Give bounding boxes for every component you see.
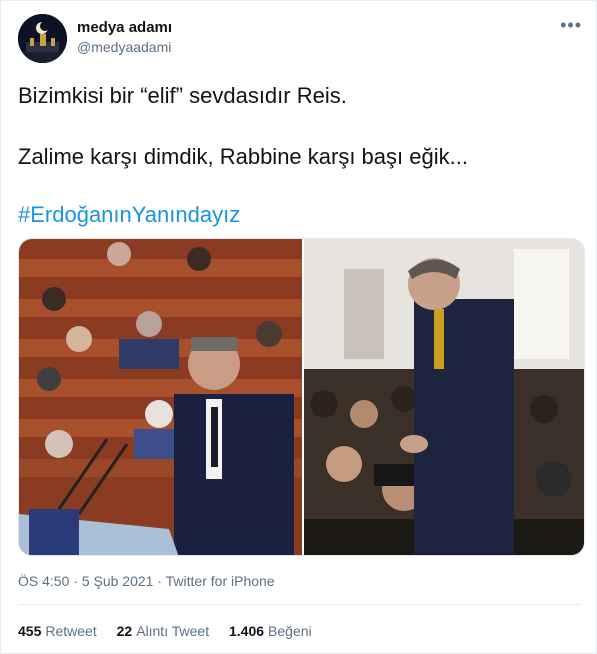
media-grid[interactable] [18, 238, 585, 556]
tweet-source[interactable]: Twitter for iPhone [166, 573, 275, 589]
likes-stat[interactable]: 1.406 Beğeni [229, 623, 312, 639]
tweet-date[interactable]: 5 Şub 2021 [82, 573, 154, 589]
user-name[interactable]: medya adamı [77, 19, 172, 36]
photo-speech[interactable] [19, 239, 302, 556]
likes-count: 1.406 [228, 623, 265, 639]
separator: · [153, 573, 166, 589]
tweet-text-line-1: Bizimkisi bir “elif” sevdasıdır Reis. [18, 83, 347, 108]
photo-prayer[interactable] [304, 239, 585, 556]
quotes-label: Alıntı Tweet [136, 623, 210, 639]
retweets-count: 455 [18, 623, 42, 639]
tweet-time[interactable]: ÖS 4:50 [18, 573, 69, 589]
retweets-stat[interactable]: 455 Retweet [18, 623, 97, 639]
tweet-stats: 455 Retweet 22 Alıntı Tweet 1.406 Beğeni [18, 623, 328, 639]
user-handle[interactable]: @medyaadami [77, 39, 171, 55]
tweet-card: medya adamı @medyaadami ••• Bizimkisi bi… [0, 0, 597, 654]
quotes-count: 22 [116, 623, 133, 639]
avatar[interactable] [18, 14, 67, 63]
tweet-meta: ÖS 4:50 · 5 Şub 2021 · Twitter for iPhon… [18, 573, 275, 589]
more-icon[interactable]: ••• [560, 15, 582, 36]
quotes-stat[interactable]: 22 Alıntı Tweet [117, 623, 209, 639]
divider [18, 604, 581, 605]
separator: · [69, 573, 82, 589]
tweet-text-line-2: Zalime karşı dimdik, Rabbine karşı başı … [18, 144, 468, 169]
hashtag-link[interactable]: #ErdoğanınYanındayız [18, 202, 240, 228]
retweets-label: Retweet [45, 623, 97, 639]
likes-label: Beğeni [268, 623, 312, 639]
